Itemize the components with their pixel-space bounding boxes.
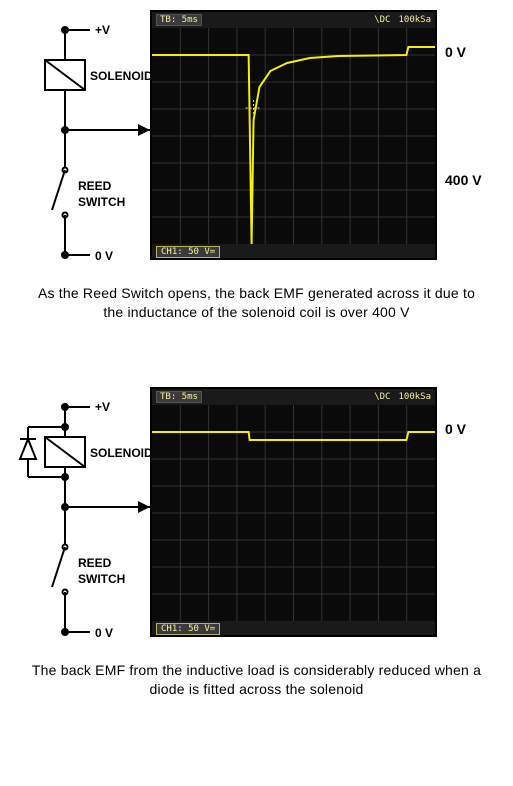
scope-2-wrap: TB: 5ms \DC 100kSa xyxy=(150,387,503,637)
schematic-svg-2: +V SOLENOID REED SWITCH 0 V xyxy=(10,387,150,647)
pos-rail-label-2: +V xyxy=(95,400,110,414)
schematic-with-diode: +V SOLENOID REED SWITCH 0 V xyxy=(10,387,150,647)
neg-rail-label-2: 0 V xyxy=(95,626,113,640)
coupling-label-2: \DC xyxy=(374,392,390,402)
figure-1: +V SOLENOID REED SWITCH 0 V TB: 5ms \DC … xyxy=(0,0,513,337)
reed-label-1b: REED xyxy=(78,556,112,570)
scope-2-header: TB: 5ms \DC 100kSa xyxy=(152,389,435,405)
neg-rail-label: 0 V xyxy=(95,249,113,263)
caption-2: The back EMF from the inductive load is … xyxy=(10,661,503,699)
caption-1: As the Reed Switch opens, the back EMF g… xyxy=(10,284,503,322)
sample-rate-label: 100kSa xyxy=(398,15,431,25)
reed-label-2: SWITCH xyxy=(78,195,125,209)
scope-1-wrap: TB: 5ms \DC 100kSa xyxy=(150,10,503,260)
400-volt-marker: 400 V xyxy=(445,172,482,188)
zero-volt-marker: 0 V xyxy=(445,44,466,60)
scope-2-trace-svg xyxy=(152,405,435,621)
oscilloscope-1: TB: 5ms \DC 100kSa xyxy=(150,10,437,260)
scope-1-footer: CH1: 50 V≃ xyxy=(152,244,435,260)
scope-1-header: TB: 5ms \DC 100kSa xyxy=(152,12,435,28)
pos-rail-label: +V xyxy=(95,23,110,37)
reed-label-2b: SWITCH xyxy=(78,572,125,586)
scope-1-grid xyxy=(152,28,435,244)
zero-volt-marker-2: 0 V xyxy=(445,421,466,437)
channel-label-2: CH1: 50 V≃ xyxy=(156,623,220,635)
timebase-label: TB: 5ms xyxy=(156,14,202,26)
scope-2-footer: CH1: 50 V≃ xyxy=(152,621,435,637)
scope-2-grid xyxy=(152,405,435,621)
schematic-svg: +V SOLENOID REED SWITCH 0 V xyxy=(10,10,150,270)
schematic-no-diode: +V SOLENOID REED SWITCH 0 V xyxy=(10,10,150,270)
timebase-label-2: TB: 5ms xyxy=(156,391,202,403)
scope-1-trace-svg xyxy=(152,28,435,244)
coupling-label: \DC xyxy=(374,15,390,25)
figure-2-row: +V SOLENOID REED SWITCH 0 V TB: 5ms \DC … xyxy=(10,387,503,647)
reed-label-1: REED xyxy=(78,179,112,193)
channel-label: CH1: 50 V≃ xyxy=(156,246,220,258)
solenoid-label-2: SOLENOID xyxy=(90,446,150,460)
figure-2: +V SOLENOID REED SWITCH 0 V TB: 5ms \DC … xyxy=(0,377,513,714)
solenoid-label: SOLENOID xyxy=(90,69,150,83)
sample-rate-label-2: 100kSa xyxy=(398,392,431,402)
oscilloscope-2: TB: 5ms \DC 100kSa xyxy=(150,387,437,637)
figure-1-row: +V SOLENOID REED SWITCH 0 V TB: 5ms \DC … xyxy=(10,10,503,270)
